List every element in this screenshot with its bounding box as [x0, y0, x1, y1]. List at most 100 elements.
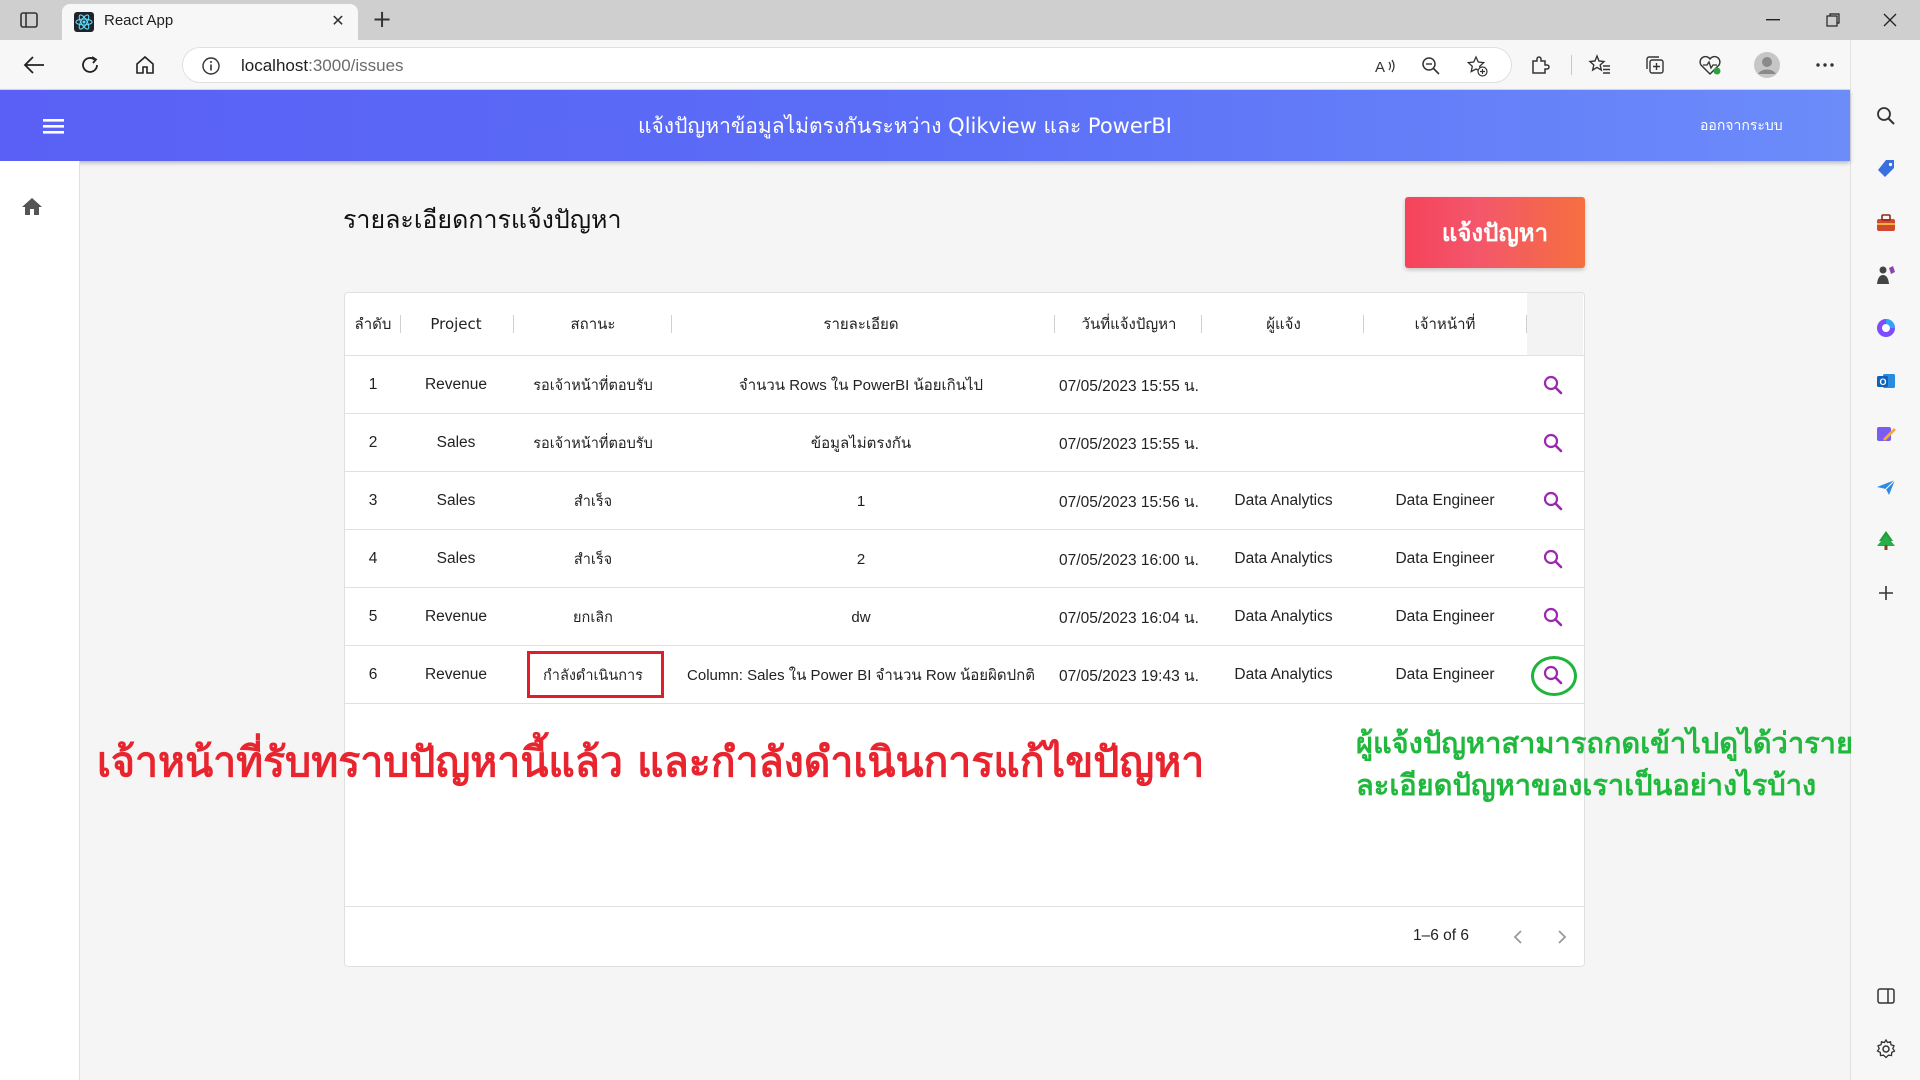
header-officer[interactable]: เจ้าหน้าที่	[1363, 293, 1527, 355]
cell-project: Sales	[436, 550, 476, 567]
table-row[interactable]: 5 Revenue ยกเลิก dw 07/05/2023 16:04 น. Data …	[345, 588, 1584, 646]
cell-detail: 1	[856, 492, 866, 510]
cell-no: 1	[368, 376, 378, 393]
header-no[interactable]: ลำดับ	[345, 293, 401, 355]
more-options-icon[interactable]	[1811, 51, 1839, 79]
outlook-icon[interactable]: O	[1873, 368, 1899, 394]
add-favorite-icon[interactable]	[1466, 55, 1488, 77]
home-icon[interactable]	[129, 49, 161, 81]
header-date[interactable]: วันที่แจ้งปัญหา	[1054, 293, 1204, 355]
close-window-icon[interactable]	[1862, 0, 1918, 40]
pagination-count: 1–6 of 6	[1413, 927, 1470, 944]
table-row[interactable]: 3 Sales สำเร็จ 1 07/05/2023 15:56 น. Data Ana…	[345, 472, 1584, 530]
browser-essentials-icon[interactable]	[1696, 51, 1724, 79]
microsoft-365-icon[interactable]	[1873, 315, 1899, 341]
cell-project: Sales	[436, 492, 476, 509]
view-detail-search-icon[interactable]	[1538, 428, 1568, 458]
svg-text:A: A	[1375, 59, 1385, 76]
react-logo-icon	[74, 12, 94, 32]
tab-actions-icon[interactable]	[14, 8, 44, 32]
cell-date: 07/05/2023 16:00 น.	[1059, 551, 1199, 569]
cell-date: 07/05/2023 16:04 น.	[1059, 609, 1199, 627]
new-tab-icon[interactable]: +	[368, 6, 396, 34]
cell-no: 6	[368, 666, 378, 683]
tree-icon[interactable]	[1873, 527, 1899, 553]
cell-officer: Data Engineer	[1395, 550, 1495, 567]
header-actions	[1527, 293, 1583, 355]
cell-status: ยกเลิก	[573, 609, 613, 626]
edge-sidebar: O	[1850, 40, 1920, 1080]
left-nav	[0, 161, 80, 1080]
browser-toolbar: localhost:3000/issues A	[0, 40, 1920, 90]
search-icon[interactable]	[1873, 103, 1899, 129]
browser-tab-bar: React App ✕ +	[0, 0, 1920, 40]
refresh-icon[interactable]	[74, 49, 106, 81]
cell-reporter: Data Analytics	[1234, 492, 1333, 509]
cell-reporter: Data Analytics	[1234, 608, 1333, 625]
extensions-icon[interactable]	[1526, 51, 1554, 79]
cell-status: รอเจ้าหน้าที่ตอบรับ	[533, 377, 653, 394]
restore-icon[interactable]	[1805, 0, 1861, 40]
cell-date: 07/05/2023 19:43 น.	[1059, 667, 1199, 685]
view-detail-search-icon[interactable]	[1538, 602, 1568, 632]
tab-close-icon[interactable]: ✕	[328, 11, 348, 31]
view-highlight-circle	[1531, 656, 1577, 696]
header-project[interactable]: Project	[401, 293, 511, 355]
view-detail-search-icon[interactable]	[1538, 370, 1568, 400]
cell-officer: Data Engineer	[1395, 492, 1495, 509]
report-issue-button[interactable]: แจ้งปัญหา	[1405, 197, 1585, 268]
address-bar[interactable]: localhost:3000/issues A	[182, 47, 1512, 83]
cell-officer: Data Engineer	[1395, 666, 1495, 683]
url-text: localhost:3000/issues	[241, 56, 404, 75]
back-icon[interactable]	[18, 49, 50, 81]
send-icon[interactable]	[1873, 474, 1899, 500]
zoom-out-icon[interactable]	[1420, 55, 1442, 77]
app-header: แจ้งปัญหาข้อมูลไม่ตรงกันระหว่าง Qlikview…	[0, 90, 1850, 161]
add-sidebar-app-icon[interactable]	[1873, 580, 1899, 606]
cell-detail: จำนวน Rows ใน PowerBI น้อยเกินไป	[738, 377, 984, 394]
site-info-icon[interactable]	[201, 56, 221, 76]
tools-icon[interactable]	[1873, 210, 1899, 236]
home-nav-icon[interactable]	[20, 195, 44, 219]
table-row[interactable]: 4 Sales สำเร็จ 2 07/05/2023 16:00 น. Data Ana…	[345, 530, 1584, 588]
issues-table: ลำดับ Project สถานะ รายละเอียด วันที่แจ้…	[344, 292, 1585, 967]
view-detail-search-icon[interactable]	[1538, 544, 1568, 574]
cell-date: 07/05/2023 15:55 น.	[1059, 377, 1199, 395]
annotation-line: ละเอียดปัญหาของเราเป็นอย่างไรบ้าง	[1356, 768, 1817, 802]
cell-project: Revenue	[424, 666, 488, 683]
logout-button[interactable]: ออกจากระบบ	[1700, 115, 1783, 137]
header-reporter[interactable]: ผู้แจ้ง	[1201, 293, 1366, 355]
view-detail-search-icon[interactable]	[1538, 486, 1568, 516]
designer-icon[interactable]	[1873, 421, 1899, 447]
games-icon[interactable]	[1873, 262, 1899, 288]
browser-tab[interactable]: React App ✕	[62, 4, 358, 40]
status-highlight-box	[527, 651, 664, 698]
shopping-tag-icon[interactable]	[1873, 156, 1899, 182]
cell-date: 07/05/2023 15:55 น.	[1059, 435, 1199, 453]
prev-page-icon[interactable]	[1506, 925, 1530, 949]
next-page-icon[interactable]	[1550, 925, 1574, 949]
cell-status: รอเจ้าหน้าที่ตอบรับ	[533, 435, 653, 452]
cell-reporter	[1201, 356, 1366, 414]
cell-reporter: Data Analytics	[1234, 550, 1333, 567]
cell-no: 2	[368, 434, 378, 451]
collections-icon[interactable]	[1641, 51, 1669, 79]
minimize-icon[interactable]	[1745, 0, 1801, 40]
split-screen-icon[interactable]	[1873, 983, 1899, 1009]
cell-detail: ข้อมูลไม่ตรงกัน	[810, 435, 912, 452]
cell-officer	[1363, 414, 1527, 472]
table-row[interactable]: 2 Sales รอเจ้าหน้าที่ตอบรับ ข้อมูลไม่ตรงกัน…	[345, 414, 1584, 472]
settings-gear-icon[interactable]	[1873, 1036, 1899, 1062]
header-status[interactable]: สถานะ	[513, 293, 673, 355]
cell-no: 3	[368, 492, 378, 509]
cell-status: สำเร็จ	[573, 493, 613, 510]
favorites-icon[interactable]	[1586, 51, 1614, 79]
table-row[interactable]: 1 Revenue รอเจ้าหน้าที่ตอบรับ จำนวน Rows ใน…	[345, 356, 1584, 414]
header-detail[interactable]: รายละเอียด	[671, 293, 1051, 355]
svg-text:O: O	[1880, 377, 1887, 387]
cell-no: 5	[368, 608, 378, 625]
profile-avatar-icon[interactable]	[1753, 51, 1781, 79]
cell-detail: 2	[856, 550, 866, 568]
table-header: ลำดับ Project สถานะ รายละเอียด วันที่แจ้…	[345, 293, 1584, 356]
read-aloud-icon[interactable]: A	[1375, 55, 1397, 77]
